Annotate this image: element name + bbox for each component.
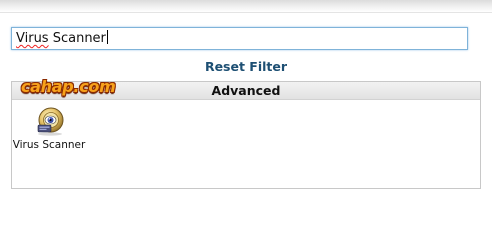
advanced-section: Advanced cahap.com Virus Scanner xyxy=(11,77,481,189)
virus-scanner-icon xyxy=(37,107,64,136)
filter-input-misspelled-word: Virus xyxy=(16,31,49,46)
virus-scanner-item[interactable]: Virus Scanner xyxy=(12,106,86,151)
top-strip xyxy=(0,0,492,13)
filter-input[interactable]: Virus Scanner xyxy=(11,27,468,50)
watermark-logo: cahap.com xyxy=(21,77,116,96)
filter-input-text: Scanner xyxy=(48,31,106,46)
reset-filter-link[interactable]: Reset Filter xyxy=(0,59,492,74)
virus-scanner-label: Virus Scanner xyxy=(12,139,86,151)
text-caret xyxy=(106,30,108,44)
